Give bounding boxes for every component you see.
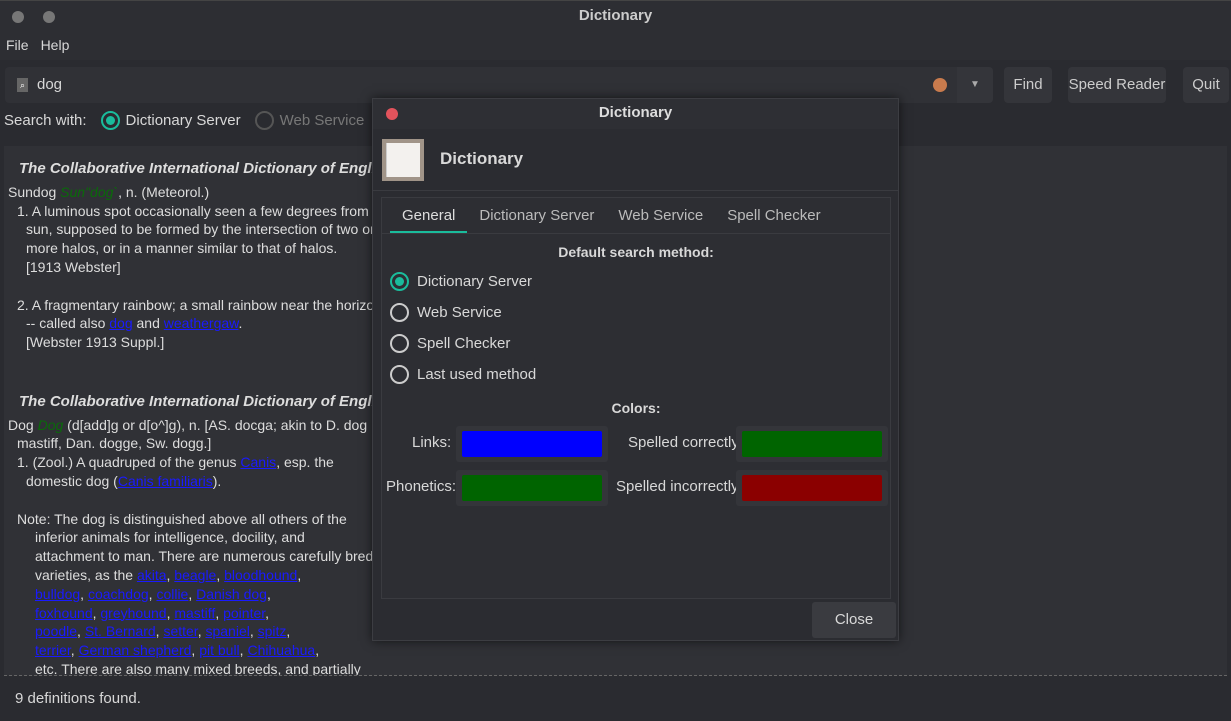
- speed-reader-button[interactable]: Speed Reader: [1068, 67, 1166, 103]
- window-title: Dictionary: [578, 7, 653, 24]
- breed-link[interactable]: Chihuahua: [247, 642, 315, 658]
- close-window-button[interactable]: [12, 11, 24, 23]
- link-weathergaw[interactable]: weathergaw: [164, 315, 239, 331]
- tab-dictionary-server[interactable]: Dictionary Server: [467, 198, 606, 233]
- breed-link[interactable]: greyhound: [100, 605, 166, 621]
- preferences-notebook: General Dictionary Server Web Service Sp…: [381, 197, 891, 599]
- breed-link[interactable]: German shepherd: [79, 642, 192, 658]
- incorrect-color-button[interactable]: [736, 470, 888, 506]
- link-canis[interactable]: Canis: [240, 454, 276, 470]
- radio-web-service[interactable]: Web Service: [254, 111, 364, 130]
- breed-link[interactable]: beagle: [174, 567, 216, 583]
- dialog-title: Dictionary: [598, 104, 673, 121]
- breed-link[interactable]: terrier: [35, 642, 71, 658]
- breed-link[interactable]: coachdog: [88, 586, 149, 602]
- status-bar: 9 definitions found.: [15, 690, 141, 707]
- breed-link[interactable]: pit bull: [199, 642, 239, 658]
- phonetics-color-button[interactable]: [456, 470, 608, 506]
- title-bar: Dictionary: [0, 0, 1231, 32]
- breed-link[interactable]: Danish dog: [196, 586, 267, 602]
- link-canis-familiaris[interactable]: Canis familiaris: [118, 473, 213, 489]
- history-dropdown-button[interactable]: ▼: [957, 67, 993, 103]
- breed-link[interactable]: spaniel: [205, 623, 249, 639]
- tab-spell-checker[interactable]: Spell Checker: [715, 198, 832, 233]
- breed-link[interactable]: setter: [163, 623, 197, 639]
- dialog-close-icon[interactable]: [386, 108, 398, 120]
- breed-link[interactable]: poodle: [35, 623, 77, 639]
- link-dog[interactable]: dog: [109, 315, 132, 331]
- tab-web-service[interactable]: Web Service: [606, 198, 715, 233]
- method-dictionary-server[interactable]: Dictionary Server: [390, 272, 890, 291]
- tab-general[interactable]: General: [390, 198, 468, 233]
- breed-link[interactable]: akita: [137, 567, 167, 583]
- breed-link[interactable]: bloodhound: [224, 567, 297, 583]
- clear-icon[interactable]: [933, 78, 947, 92]
- search-with-label: Search with:: [4, 112, 87, 129]
- dialog-app-name: Dictionary: [440, 149, 524, 168]
- method-spell-checker[interactable]: Spell Checker: [390, 334, 890, 353]
- breed-link[interactable]: foxhound: [35, 605, 93, 621]
- incorrect-color-label: Spelled incorrectly:: [616, 478, 743, 495]
- menubar: File Help: [0, 32, 1231, 60]
- dictionary-book-icon: [382, 139, 424, 181]
- method-last-used[interactable]: Last used method: [390, 365, 890, 384]
- links-color-button[interactable]: [456, 426, 608, 462]
- menu-file[interactable]: File: [0, 32, 35, 53]
- quit-button[interactable]: Quit: [1183, 67, 1229, 103]
- preferences-dialog: Dictionary Dictionary General Dictionary…: [372, 98, 899, 641]
- breed-link[interactable]: collie: [156, 586, 188, 602]
- search-with-row: Search with: Dictionary Server Web Servi…: [4, 111, 364, 130]
- breed-link[interactable]: bulldog: [35, 586, 80, 602]
- find-button[interactable]: Find: [1004, 67, 1052, 103]
- default-method-heading: Default search method:: [558, 244, 714, 260]
- correct-color-button[interactable]: [736, 426, 888, 462]
- breed-link[interactable]: spitz: [258, 623, 287, 639]
- close-button[interactable]: Close: [812, 602, 896, 638]
- method-web-service[interactable]: Web Service: [390, 303, 890, 322]
- menu-help[interactable]: Help: [35, 32, 76, 53]
- colors-heading: Colors:: [611, 400, 661, 416]
- links-color-label: Links:: [412, 434, 452, 451]
- radio-dictionary-server[interactable]: Dictionary Server: [100, 111, 241, 130]
- breed-link[interactable]: St. Bernard: [85, 623, 156, 639]
- correct-color-label: Spelled correctly:: [628, 434, 744, 451]
- search-value: dog: [37, 76, 63, 93]
- phonetics-color-label: Phonetics:: [386, 478, 457, 495]
- breed-link[interactable]: pointer: [223, 605, 265, 621]
- search-icon: ⌕: [17, 78, 28, 92]
- breed-link[interactable]: mastiff: [174, 605, 215, 621]
- minimize-window-button[interactable]: [43, 11, 55, 23]
